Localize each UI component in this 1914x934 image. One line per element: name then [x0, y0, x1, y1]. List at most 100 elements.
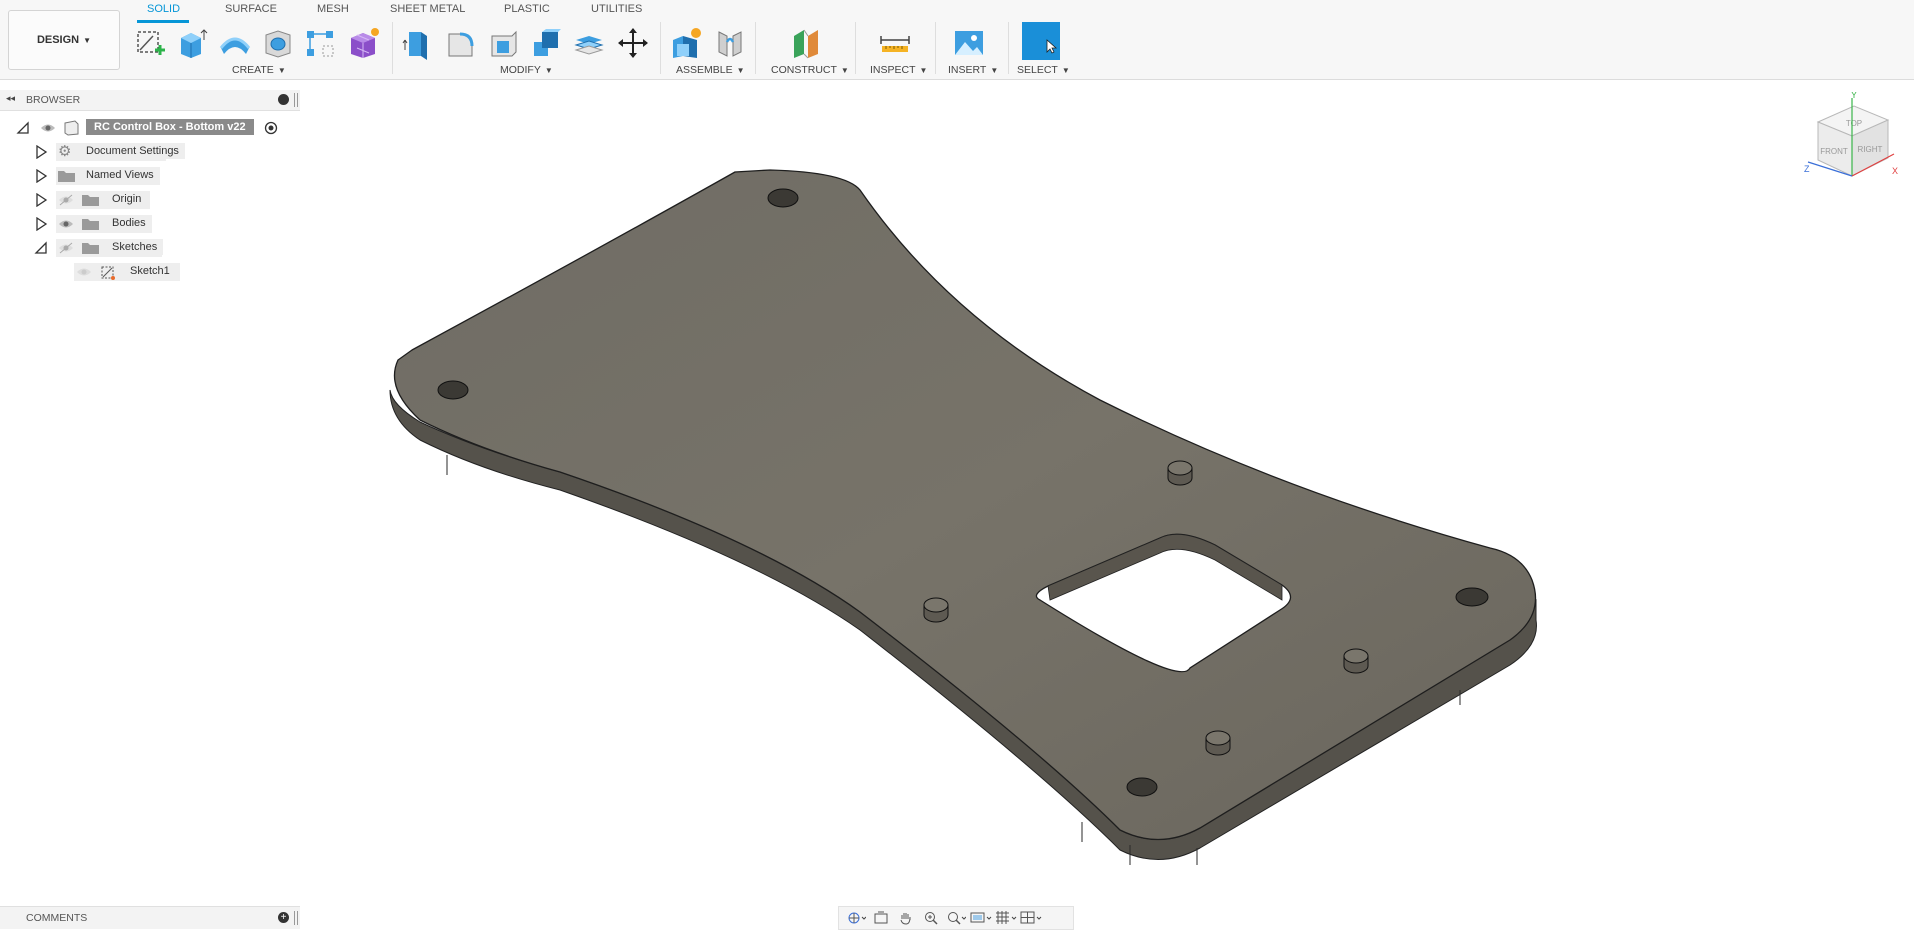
- caret-down-icon: ▼: [737, 66, 745, 75]
- sketch-icon: [100, 264, 116, 280]
- construct-menu[interactable]: CONSTRUCT▼: [771, 64, 849, 76]
- add-comment-icon[interactable]: +: [278, 912, 289, 923]
- select-icon[interactable]: [1022, 22, 1060, 60]
- tab-mesh[interactable]: MESH: [317, 3, 349, 15]
- model-body[interactable]: [0, 80, 1914, 900]
- toolbar-separator: [1008, 22, 1009, 74]
- caret-down-icon: ▼: [83, 36, 91, 45]
- hole-icon[interactable]: [259, 24, 297, 62]
- visibility-eye-icon[interactable]: [58, 218, 74, 230]
- caret-down-icon: ▼: [545, 66, 553, 75]
- minimize-panel-icon[interactable]: [278, 94, 289, 105]
- navigation-bar: [838, 906, 1074, 930]
- viewcube[interactable]: TOP FRONT RIGHT Y X Z: [1800, 92, 1900, 192]
- toolbar-separator: [755, 22, 756, 74]
- toolbar-separator: [935, 22, 936, 74]
- combine-icon[interactable]: [528, 24, 566, 62]
- collapse-panel-icon[interactable]: ◂◂: [6, 93, 15, 104]
- tab-solid[interactable]: SOLID: [147, 3, 180, 15]
- caret-down-icon: ▼: [278, 66, 286, 75]
- zoom-icon[interactable]: [920, 908, 942, 928]
- toolbar-separator: [392, 22, 393, 74]
- browser-item-label: Named Views: [80, 167, 160, 183]
- viewcube-top-face[interactable]: TOP: [1846, 119, 1862, 128]
- look-at-icon[interactable]: [870, 908, 892, 928]
- activate-component-icon[interactable]: [264, 121, 278, 135]
- create-form-icon[interactable]: [344, 24, 382, 62]
- display-settings-icon[interactable]: [970, 908, 992, 928]
- tab-surface[interactable]: SURFACE: [225, 3, 277, 15]
- canvas-viewport[interactable]: [0, 80, 1914, 900]
- browser-item-label: Sketches: [106, 239, 163, 255]
- joint-icon[interactable]: [711, 24, 749, 62]
- caret-down-icon: ▼: [841, 66, 849, 75]
- toolbar-separator: [660, 22, 661, 74]
- tab-sheet-metal[interactable]: SHEET METAL: [390, 3, 465, 15]
- axis-x-label: X: [1892, 166, 1898, 176]
- insert-image-icon[interactable]: [950, 24, 988, 62]
- collapse-triangle-icon[interactable]: [34, 241, 48, 255]
- browser-root-label[interactable]: RC Control Box - Bottom v22: [86, 119, 254, 135]
- expand-triangle-icon[interactable]: [34, 217, 48, 231]
- measure-icon[interactable]: [876, 24, 914, 62]
- create-menu[interactable]: CREATE▼: [232, 64, 286, 76]
- visibility-hidden-eye-icon[interactable]: [76, 266, 92, 278]
- workspace-switcher-button[interactable]: DESIGN ▼: [8, 10, 120, 70]
- caret-down-icon: ▼: [990, 66, 998, 75]
- collapse-triangle-icon[interactable]: [16, 121, 30, 135]
- panel-resize-handle[interactable]: [294, 911, 298, 925]
- browser-item-label: Sketch1: [124, 263, 176, 279]
- assemble-menu[interactable]: ASSEMBLE▼: [676, 64, 745, 76]
- toolbar-separator: [855, 22, 856, 74]
- browser-title: BROWSER: [26, 94, 80, 106]
- workspace-label: DESIGN: [37, 34, 79, 46]
- pan-icon[interactable]: [895, 908, 917, 928]
- comments-panel[interactable]: COMMENTS +: [0, 906, 300, 929]
- folder-icon: [82, 242, 99, 254]
- viewcube-front-face[interactable]: FRONT: [1820, 147, 1848, 156]
- axis-y-label: Y: [1851, 92, 1857, 100]
- offset-plane-icon[interactable]: [787, 24, 825, 62]
- modify-menu[interactable]: MODIFY▼: [500, 64, 553, 76]
- offset-face-icon[interactable]: [570, 24, 608, 62]
- fit-icon[interactable]: [945, 908, 967, 928]
- expand-triangle-icon[interactable]: [34, 145, 48, 159]
- caret-down-icon: ▼: [1062, 66, 1070, 75]
- expand-triangle-icon[interactable]: [34, 169, 48, 183]
- toolbar: DESIGN ▼ SOLID SURFACE MESH SHEET METAL …: [0, 0, 1914, 80]
- folder-icon: [58, 170, 75, 182]
- fillet-icon[interactable]: [442, 24, 480, 62]
- component-icon: [62, 120, 80, 136]
- move-icon[interactable]: [614, 24, 652, 62]
- browser-item-label: Bodies: [106, 215, 152, 231]
- tab-utilities[interactable]: UTILITIES: [591, 3, 642, 15]
- revolve-icon[interactable]: [216, 24, 254, 62]
- visibility-hidden-eye-icon[interactable]: [58, 194, 74, 206]
- orbit-icon[interactable]: [845, 908, 867, 928]
- select-menu[interactable]: SELECT▼: [1017, 64, 1070, 76]
- folder-icon: [82, 218, 99, 230]
- extrude-icon[interactable]: [173, 24, 211, 62]
- axis-z-label: Z: [1804, 164, 1810, 174]
- comments-title: COMMENTS: [26, 912, 87, 924]
- panel-resize-handle[interactable]: [294, 93, 298, 107]
- press-pull-icon[interactable]: [399, 24, 437, 62]
- browser-panel-header: ◂◂ BROWSER: [0, 90, 300, 111]
- create-sketch-icon[interactable]: [131, 24, 169, 62]
- viewports-icon[interactable]: [1020, 908, 1042, 928]
- visibility-hidden-eye-icon[interactable]: [58, 242, 74, 254]
- insert-menu[interactable]: INSERT▼: [948, 64, 998, 76]
- caret-down-icon: ▼: [920, 66, 928, 75]
- browser-item-label: Document Settings: [80, 143, 185, 159]
- inspect-menu[interactable]: INSPECT▼: [870, 64, 927, 76]
- browser-item-label: Origin: [106, 191, 147, 207]
- new-component-icon[interactable]: [667, 24, 705, 62]
- visibility-eye-icon[interactable]: [40, 122, 56, 134]
- viewcube-right-face[interactable]: RIGHT: [1858, 145, 1883, 154]
- grid-icon[interactable]: [995, 908, 1017, 928]
- rectangular-pattern-icon[interactable]: [301, 24, 339, 62]
- expand-triangle-icon[interactable]: [34, 193, 48, 207]
- folder-icon: [82, 194, 99, 206]
- shell-icon[interactable]: [485, 24, 523, 62]
- tab-plastic[interactable]: PLASTIC: [504, 3, 550, 15]
